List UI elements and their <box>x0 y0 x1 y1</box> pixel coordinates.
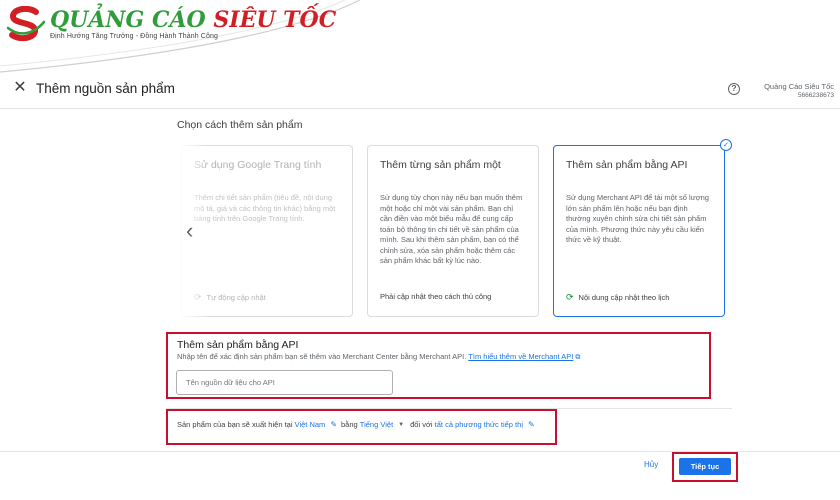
edit-channel-icon[interactable]: ✎ <box>528 420 535 429</box>
option-card-individual[interactable]: Thêm từng sản phẩm một Sử dụng tùy chọn … <box>367 145 539 317</box>
logo-s-icon <box>6 6 46 42</box>
country-link[interactable]: Việt Nam <box>295 420 326 429</box>
page-title: Thêm nguồn sản phẩm <box>36 81 175 96</box>
language-prefix: bằng <box>341 420 358 429</box>
account-id: 5666238673 <box>797 92 834 99</box>
brand-logo: QUẢNG CÁO SIÊU TỐC Định Hướng Tăng Trưởn… <box>6 6 336 42</box>
help-icon[interactable]: ? <box>728 83 740 95</box>
destination-prefix: Sản phẩm của bạn sẽ xuất hiện tại <box>177 420 293 429</box>
section-title: Chọn cách thêm sản phẩm <box>177 119 303 131</box>
logo-brand-red: SIÊU TỐC <box>213 7 337 33</box>
card-footer: ⟳ Nội dung cập nhật theo lịch <box>566 292 669 303</box>
learn-more-link[interactable]: Tìm hiểu thêm về Merchant API <box>468 352 573 361</box>
api-section-description: Nhập tên để xác định sản phẩm bạn sẽ thê… <box>177 352 580 362</box>
sync-icon: ⟳ <box>566 292 574 302</box>
card-footer-label: Nội dung cập nhật theo lịch <box>578 293 670 302</box>
language-select[interactable]: Tiếng Việt <box>360 420 393 429</box>
channel-prefix: đối với <box>410 420 433 429</box>
card-title: Sử dụng Google Trang tính <box>194 159 322 171</box>
header-divider <box>0 108 840 109</box>
destination-sentence: Sản phẩm của bạn sẽ xuất hiện tại Việt N… <box>177 420 539 429</box>
card-title: Thêm từng sản phẩm một <box>380 159 501 171</box>
api-section-title: Thêm sản phẩm bằng API <box>177 339 299 351</box>
card-description: Sử dụng Merchant API để tải một số lượng… <box>566 193 709 244</box>
card-description: Thêm chi tiết sản phẩm (tiêu đề, nội dun… <box>194 193 336 223</box>
logo-brand-green: QUẢNG CÁO <box>50 7 206 33</box>
option-card-api[interactable]: Thêm sản phẩm bằng API Sử dụng Merchant … <box>553 145 725 317</box>
selected-check-icon: ✓ <box>720 139 732 151</box>
card-description: Sử dụng tùy chọn này nếu bạn muốn thêm m… <box>380 193 523 265</box>
external-link-icon: ⧉ <box>575 354 581 361</box>
card-title: Thêm sản phẩm bằng API <box>566 159 688 171</box>
account-name[interactable]: Quảng Cáo Siêu Tốc <box>764 82 834 91</box>
channel-link[interactable]: tất cả phương thức tiếp thị <box>435 420 523 429</box>
close-icon[interactable]: ✕ <box>12 80 28 96</box>
api-desc-text: Nhập tên để xác định sản phẩm bạn sẽ thê… <box>177 352 467 361</box>
card-footer-label: Phải cập nhật theo cách thủ công <box>380 292 492 301</box>
caret-down-icon[interactable]: ▼ <box>398 422 404 428</box>
cancel-button[interactable]: Hủy <box>644 460 658 469</box>
logo-tagline: Định Hướng Tăng Trưởng - Đồng Hành Thành… <box>50 33 218 40</box>
card-footer-label: Tự động cập nhật <box>206 293 266 302</box>
edit-country-icon[interactable]: ✎ <box>330 420 337 429</box>
chevron-left-icon[interactable]: ‹ <box>186 220 193 242</box>
continue-button[interactable]: Tiếp tục <box>679 458 731 475</box>
card-footer: Phải cập nhật theo cách thủ công <box>380 292 491 301</box>
carousel-fade <box>180 145 210 317</box>
source-name-input[interactable] <box>176 370 393 395</box>
logo-wordmark: QUẢNG CÁO SIÊU TỐC <box>50 8 336 32</box>
